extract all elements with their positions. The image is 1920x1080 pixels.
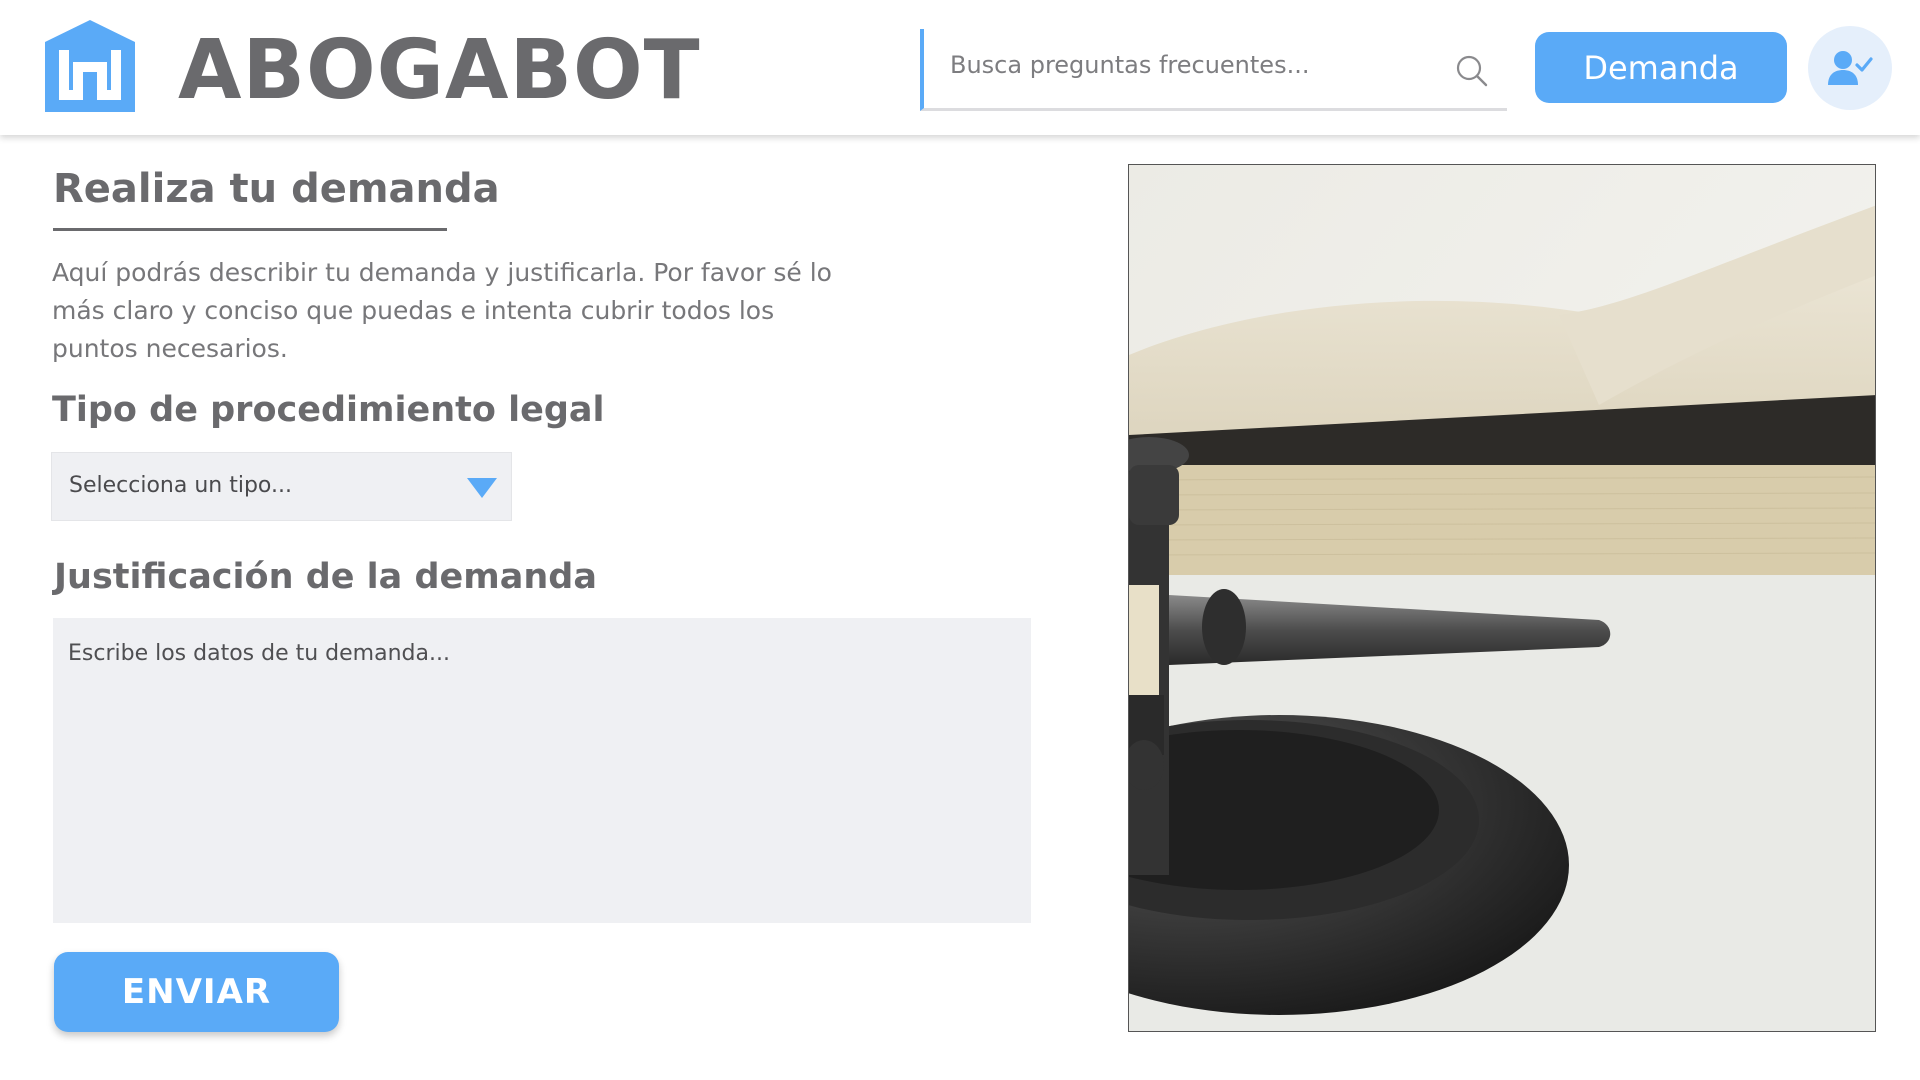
- faq-search: [920, 29, 1507, 111]
- gavel-book-photo: [1128, 164, 1876, 1032]
- justification-textarea[interactable]: [53, 618, 1031, 923]
- title-underline: [53, 228, 447, 231]
- user-profile-button[interactable]: [1808, 26, 1892, 110]
- search-input[interactable]: [950, 45, 1430, 85]
- caret-down-icon: [467, 478, 497, 498]
- page-title: Realiza tu demanda: [53, 166, 500, 212]
- intro-text: Aquí podrás describir tu demanda y justi…: [52, 258, 832, 363]
- justification-label: Justificación de la demanda: [54, 557, 597, 597]
- procedure-type-select[interactable]: Selecciona un tipo...: [51, 452, 512, 521]
- procedure-type-label: Tipo de procedimiento legal: [52, 390, 605, 430]
- submit-button[interactable]: ENVIAR: [54, 952, 339, 1032]
- demanda-button[interactable]: Demanda: [1535, 32, 1787, 103]
- user-check-icon: [1828, 51, 1873, 85]
- select-placeholder: Selecciona un tipo...: [69, 473, 292, 498]
- search-icon[interactable]: [1454, 53, 1490, 89]
- abogabot-logo-icon[interactable]: [45, 20, 135, 112]
- brand-name[interactable]: ABOGABOT: [178, 26, 701, 116]
- top-header: ABOGABOT Demanda: [0, 0, 1920, 135]
- gavel-book-illustration: [1129, 165, 1875, 1031]
